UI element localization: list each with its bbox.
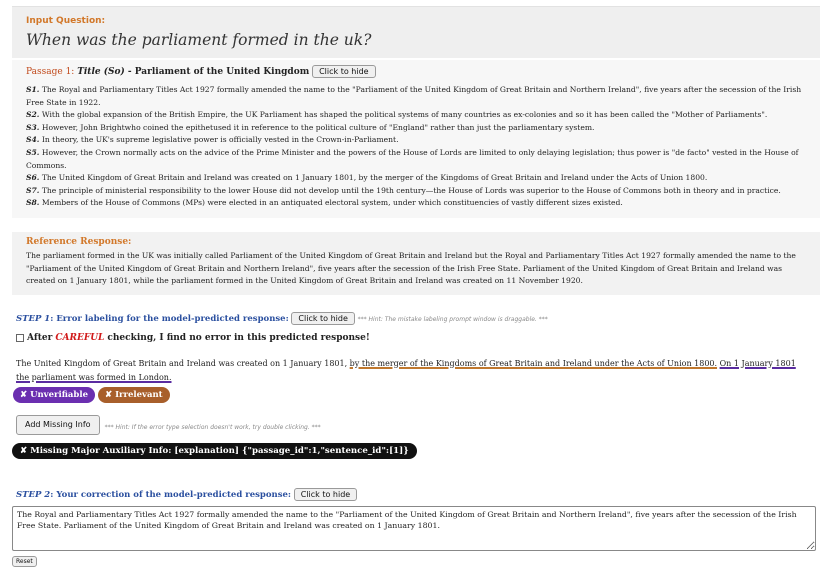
no-error-suffix: checking, I find no error in this predic… — [107, 333, 370, 343]
correction-textarea[interactable]: The Royal and Parliamentary Titles Act 1… — [12, 506, 816, 551]
sentence-text: The United Kingdom of Great Britain and … — [39, 173, 708, 183]
sentence-id: S1. — [26, 85, 40, 94]
sentence-text: The principle of ministerial responsibil… — [39, 185, 781, 195]
no-error-checkbox-row[interactable]: After CAREFUL checking, I find no error … — [16, 333, 370, 343]
step2-title: : Your correction of the model-predicted… — [50, 490, 292, 500]
tag-missing-info[interactable]: ✘ Missing Major Auxiliary Info: [explana… — [12, 443, 417, 459]
no-error-careful: CAREFUL — [55, 333, 105, 343]
step1-title: : Error labeling for the model-predicted… — [50, 314, 289, 324]
sentence-text: However, John Brightwho coined the epith… — [39, 122, 595, 132]
tag-irrelevant[interactable]: ✘ Irrelevant — [98, 387, 170, 403]
predicted-span-irrelevant[interactable]: by the merger of the Kingdoms of Great B… — [350, 359, 717, 368]
tag-unverifiable[interactable]: ✘ Unverifiable — [13, 387, 95, 403]
passage-sentence: S3. However, John Brightwho coined the e… — [26, 122, 812, 135]
reset-button[interactable]: Reset — [12, 556, 37, 567]
question-panel: Input Question: When was the parliament … — [12, 6, 820, 58]
passage-hide-button[interactable]: Click to hide — [312, 65, 376, 78]
passage-sentence: S8. Members of the House of Commons (MPs… — [26, 197, 812, 210]
sentence-id: S7. — [26, 185, 40, 195]
step2-header: STEP 2: Your correction of the model-pre… — [16, 488, 358, 501]
step1-hide-button[interactable]: Click to hide — [291, 312, 355, 325]
sentence-id: S5. — [26, 147, 40, 157]
passage-sentence: S7. The principle of ministerial respons… — [26, 185, 812, 198]
sentence-id: S6. — [26, 173, 40, 183]
passage-title: Parliament of the United Kingdom — [134, 67, 310, 77]
passage-title-tag: Title (So) — [77, 67, 125, 77]
error-tags: ✘ Unverifiable ✘ Irrelevant — [13, 387, 170, 403]
step1-hint: *** Hint: The mistake labeling prompt wi… — [357, 316, 548, 323]
passage-sentence: S5. However, the Crown normally acts on … — [26, 147, 812, 172]
predicted-response: The United Kingdom of Great Britain and … — [16, 357, 806, 385]
sentence-id: S3. — [26, 122, 40, 132]
step1-number: STEP 1 — [16, 314, 51, 324]
passage-sentences: S1. The Royal and Parliamentary Titles A… — [26, 84, 812, 210]
sentence-text: Members of the House of Commons (MPs) we… — [39, 198, 623, 208]
passage-header: Passage 1: Title (So) - Parliament of th… — [26, 65, 376, 78]
sentence-text: With the global expansion of the British… — [39, 110, 768, 120]
sentence-text: The Royal and Parliamentary Titles Act 1… — [26, 85, 802, 107]
passage-label: Passage 1: — [26, 67, 78, 77]
question-text: When was the parliament formed in the uk… — [26, 31, 372, 49]
sentence-id: S4. — [26, 135, 40, 145]
passage-sentence: S2. With the global expansion of the Bri… — [26, 109, 812, 122]
passage-panel: Passage 1: Title (So) - Parliament of th… — [12, 60, 820, 218]
reference-panel: Reference Response: The parliament forme… — [12, 232, 820, 295]
passage-sentence: S1. The Royal and Parliamentary Titles A… — [26, 84, 812, 109]
no-error-prefix: After — [27, 333, 53, 343]
passage-sentence: S6. The United Kingdom of Great Britain … — [26, 172, 812, 185]
add-missing-info-button[interactable]: Add Missing Info — [16, 414, 100, 435]
passage-sentence: S4. In theory, the UK's supreme legislat… — [26, 134, 812, 147]
step2-number: STEP 2 — [16, 490, 51, 500]
no-error-checkbox[interactable] — [16, 334, 24, 342]
step1-header: STEP 1: Error labeling for the model-pre… — [16, 312, 548, 325]
add-missing-row: Add Missing Info *** Hint: If the error … — [16, 414, 321, 435]
passage-sep: - — [124, 67, 135, 77]
sentence-text: However, the Crown normally acts on the … — [26, 147, 799, 170]
sentence-id: S2. — [26, 110, 40, 120]
reference-label: Reference Response: — [26, 237, 132, 247]
sentence-id: S8. — [26, 198, 40, 208]
step2-hide-button[interactable]: Click to hide — [293, 488, 358, 501]
predicted-plain-text: The United Kingdom of Great Britain and … — [16, 359, 350, 368]
add-missing-hint: *** Hint: If the error type selection do… — [104, 424, 321, 431]
question-label: Input Question: — [26, 16, 106, 26]
reference-text: The parliament formed in the UK was init… — [26, 251, 796, 286]
sentence-text: In theory, the UK's supreme legislative … — [39, 135, 399, 145]
